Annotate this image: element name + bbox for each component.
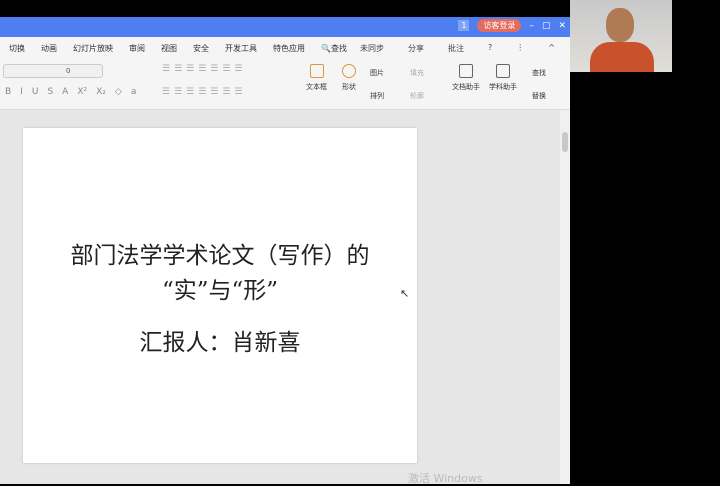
bold-button[interactable]: B [5,87,11,97]
subject-assistant-button[interactable]: 学科助手 [489,64,517,92]
menu-developer[interactable]: 开发工具 [225,43,257,54]
close-button[interactable]: ✕ [558,21,566,31]
paragraph-tools[interactable]: ☰☰☰☰☰☰☰ [162,64,246,74]
picture-button[interactable]: 图片 [370,68,384,78]
shape-icon [342,64,356,78]
superscript-button[interactable]: X² [77,87,87,97]
textbox-button[interactable]: 文本框 [306,64,327,92]
presenter-shirt [590,42,654,72]
strikethrough-button[interactable]: S [47,87,53,97]
alignment-tools[interactable]: ☰☰☰☰☰☰☰ [162,87,246,97]
comment-button[interactable]: 批注 [448,43,464,54]
ribbon-toolbar: 0 B I U S A X² X₂ ◇ a ☰☰☰☰☰☰☰ ☰☰☰☰☰☰☰ 文本… [0,60,570,110]
presenter-text: 汇报人：肖新喜 [139,330,301,356]
more-icon[interactable]: ⋮ [516,43,524,54]
replace-button[interactable]: 替换 [532,91,546,101]
menu-slideshow[interactable]: 幻灯片放映 [73,43,113,54]
menu-search[interactable]: 🔍查找 [321,43,347,54]
menu-transition[interactable]: 切换 [9,43,25,54]
title-bar: 1 访客登录 – ▢ ✕ [0,17,570,37]
webcam-video [570,0,672,72]
text-effect-button[interactable]: a [131,87,137,97]
menu-view[interactable]: 视图 [161,43,177,54]
underline-button[interactable]: U [32,87,39,97]
fill-button[interactable]: 填充 [410,68,424,78]
arrange-button[interactable]: 排列 [370,91,384,101]
sync-status-button[interactable]: 未同步 [360,43,384,54]
doc-assistant-button[interactable]: 文档助手 [452,64,480,92]
help-button[interactable]: ? [488,43,492,54]
find-button[interactable]: 查找 [532,68,546,78]
minimize-button[interactable]: – [529,21,534,31]
outline-button[interactable]: 轮廓 [410,91,424,101]
scrollbar-thumb[interactable] [562,132,568,152]
subscript-button[interactable]: X₂ [96,87,106,97]
shape-button[interactable]: 形状 [342,64,356,92]
italic-button[interactable]: I [20,87,23,97]
menu-bar: 切换 动画 幻灯片放映 审阅 视图 安全 开发工具 特色应用 🔍查找 未同步 分… [0,37,570,60]
presenter-face [606,8,634,42]
slide-title-line2: “实”与“形” [161,278,279,304]
font-color-button[interactable]: A [62,87,68,97]
slide[interactable]: 部门法学学术论文（写作）的 “实”与“形” 汇报人：肖新喜 [23,128,417,463]
menu-features[interactable]: 特色应用 [273,43,305,54]
menu-review[interactable]: 审阅 [129,43,145,54]
wps-presentation-window: 1 访客登录 – ▢ ✕ 切换 动画 幻灯片放映 审阅 视图 安全 开发工具 特… [0,17,570,484]
maximize-button[interactable]: ▢ [542,21,551,31]
slide-canvas: 部门法学学术论文（写作）的 “实”与“形” 汇报人：肖新喜 [0,110,560,484]
guest-login-button[interactable]: 访客登录 [477,19,522,32]
textbox-icon [309,64,324,78]
search-icon: 🔍 [321,44,331,53]
document-icon [459,64,473,78]
share-button[interactable]: 分享 [408,43,424,54]
mouse-cursor-icon: ↖ [400,287,410,300]
menu-security[interactable]: 安全 [193,43,209,54]
menu-animation[interactable]: 动画 [41,43,57,54]
slide-title-line1: 部门法学学术论文（写作）的 [70,243,370,269]
collapse-ribbon-icon[interactable]: ^ [548,43,555,54]
font-size-select[interactable]: 0 [3,64,103,78]
window-count-badge[interactable]: 1 [458,20,470,31]
book-icon [496,64,510,78]
clear-format-icon[interactable]: ◇ [115,87,122,97]
vertical-scrollbar[interactable] [560,110,570,484]
